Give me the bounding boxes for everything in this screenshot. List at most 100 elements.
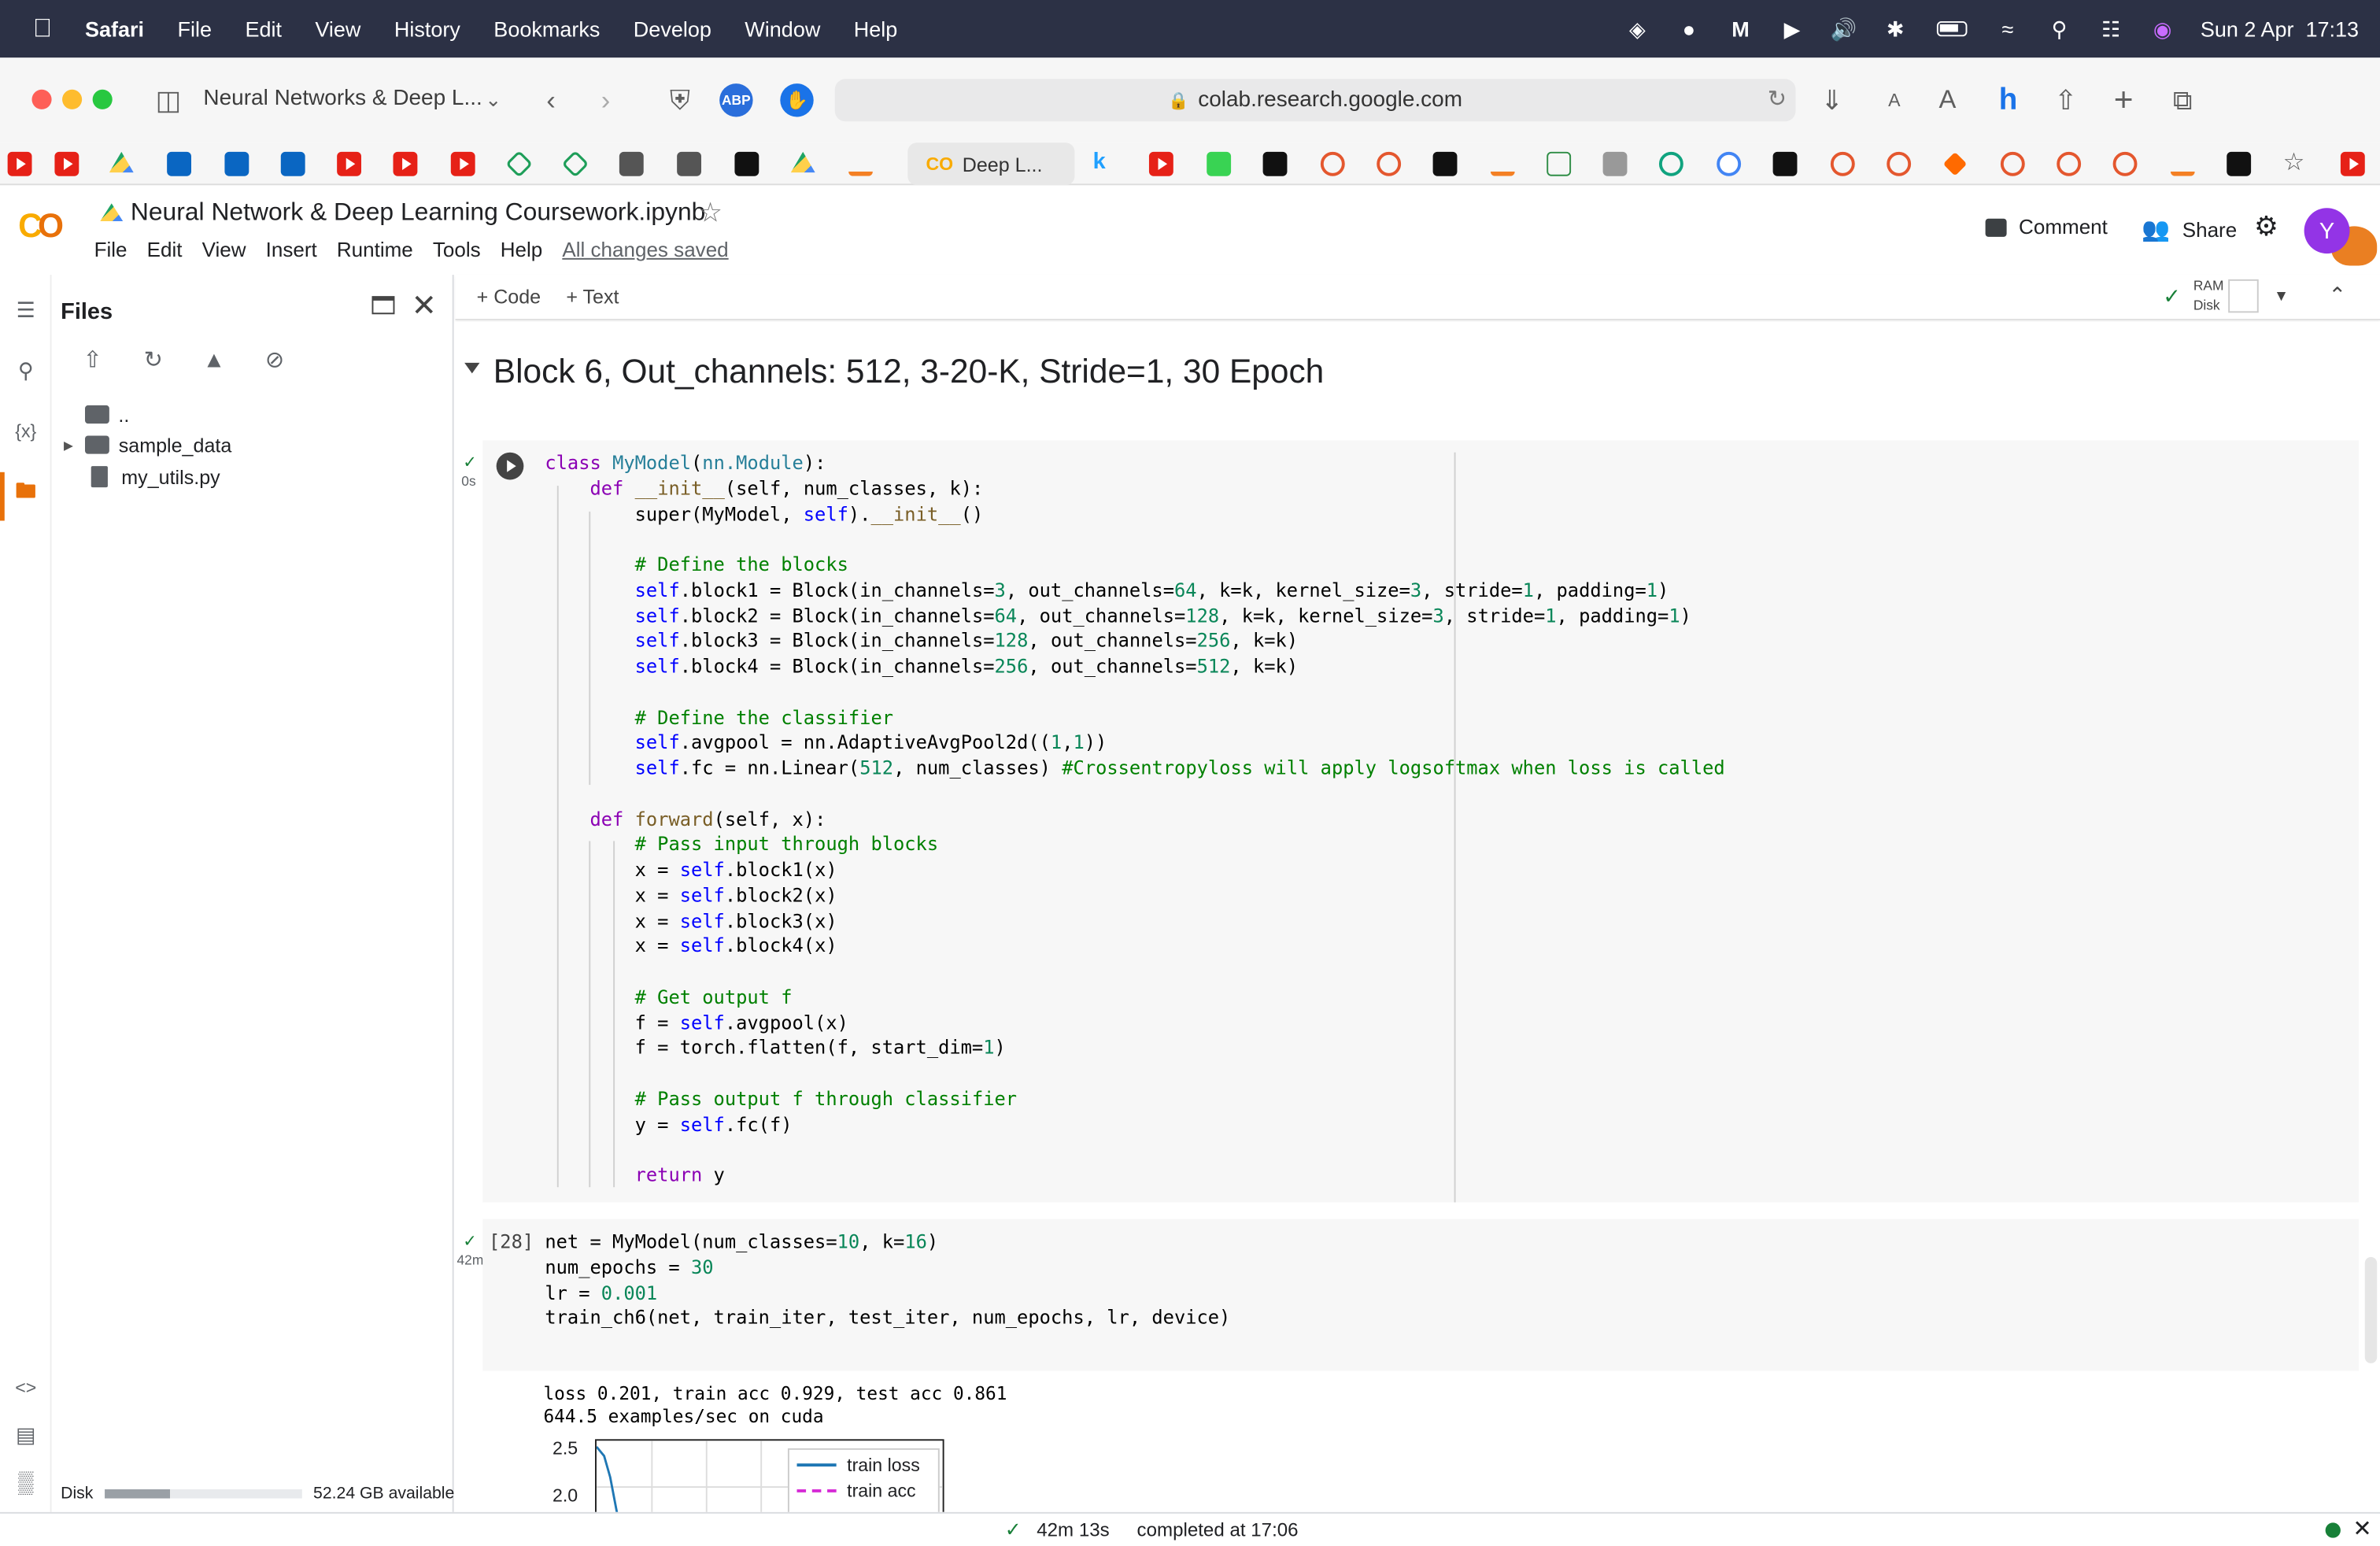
privacy-shield-icon[interactable]: ⛨ bbox=[663, 83, 697, 117]
gfg-favicon[interactable] bbox=[1547, 151, 1572, 176]
medium-favicon[interactable] bbox=[1262, 151, 1288, 176]
zoom-window-button[interactable] bbox=[92, 89, 113, 109]
run-cell-button[interactable] bbox=[496, 452, 524, 480]
close-icon[interactable]: ✕ bbox=[412, 287, 437, 325]
ring-favicon[interactable] bbox=[1887, 151, 1912, 176]
mount-drive-icon[interactable]: ▲ bbox=[199, 345, 230, 375]
forward-icon[interactable]: › bbox=[589, 83, 622, 117]
code-cell-model[interactable]: class MyModel(nn.Module): def __init__(s… bbox=[482, 440, 2360, 1203]
menu-app-safari[interactable]: Safari bbox=[85, 17, 144, 41]
play-icon[interactable]: ▶ bbox=[1779, 15, 1806, 43]
m-app-icon[interactable]: M bbox=[1727, 15, 1754, 43]
ring-favicon[interactable] bbox=[1377, 151, 1402, 176]
menu-tools[interactable]: Tools bbox=[433, 239, 481, 261]
k-favicon[interactable]: k bbox=[1093, 149, 1118, 175]
spotlight-search-icon[interactable]: ⚲ bbox=[2046, 15, 2073, 43]
site-favicon[interactable] bbox=[619, 151, 644, 176]
drive-icon[interactable] bbox=[100, 203, 124, 221]
h-extension-icon[interactable]: h bbox=[1991, 83, 2024, 117]
menu-file[interactable]: File bbox=[94, 239, 128, 261]
ring-favicon[interactable] bbox=[2000, 151, 2025, 176]
hand-extension-icon[interactable]: ✋ bbox=[780, 83, 814, 117]
share-icon[interactable]: ⇧ bbox=[2049, 83, 2082, 117]
star-icon[interactable]: ☆ bbox=[698, 198, 722, 230]
tree-item-parent[interactable]: .. bbox=[85, 399, 129, 430]
volume-icon[interactable]: 🔊 bbox=[1830, 15, 1857, 43]
notebook-title[interactable]: Neural Network & Deep Learning Coursewor… bbox=[131, 199, 706, 228]
youtube-favicon[interactable] bbox=[2340, 151, 2365, 176]
minimize-window-button[interactable] bbox=[62, 89, 83, 109]
menu-view[interactable]: View bbox=[315, 17, 360, 41]
menu-history[interactable]: History bbox=[394, 17, 460, 41]
site-favicon[interactable] bbox=[677, 151, 702, 176]
control-center-icon[interactable]: ☷ bbox=[2097, 15, 2125, 43]
settings-gear-icon[interactable]: ⚙ bbox=[2254, 211, 2278, 243]
menu-view[interactable]: View bbox=[202, 239, 246, 261]
ring-favicon[interactable] bbox=[1320, 151, 1345, 176]
runtime-dropdown-icon[interactable]: ▼ bbox=[2274, 288, 2289, 305]
green-hex-favicon[interactable] bbox=[505, 150, 534, 178]
chevron-down-icon[interactable]: ⌄ bbox=[477, 83, 510, 117]
new-window-icon[interactable] bbox=[371, 296, 395, 315]
medium-favicon[interactable] bbox=[1772, 151, 1798, 176]
drive-favicon[interactable] bbox=[109, 151, 134, 173]
ring-favicon[interactable] bbox=[2057, 151, 2082, 176]
reload-icon[interactable]: ↻ bbox=[1768, 85, 1787, 113]
layers-icon[interactable]: ◈ bbox=[1624, 15, 1651, 43]
linkedin-favicon[interactable] bbox=[224, 151, 249, 176]
green-hex-favicon[interactable] bbox=[561, 150, 589, 178]
orange-diamond-favicon[interactable] bbox=[1942, 152, 1968, 176]
new-tab-icon[interactable]: + bbox=[2107, 80, 2140, 118]
refresh-folder-icon[interactable]: ↻ bbox=[139, 345, 169, 375]
ring-favicon[interactable] bbox=[2112, 151, 2138, 176]
jetbrains-favicon[interactable] bbox=[1432, 151, 1458, 176]
pinned-colab-tab[interactable]: CO Deep L... bbox=[907, 142, 1075, 186]
menu-develop[interactable]: Develop bbox=[634, 17, 711, 41]
adblock-icon[interactable]: ABP bbox=[719, 83, 753, 117]
code-editor[interactable]: class MyModel(nn.Module): def __init__(s… bbox=[545, 451, 1724, 1189]
youtube-favicon[interactable] bbox=[54, 151, 79, 176]
collapse-section-icon[interactable] bbox=[464, 362, 480, 374]
apple-icon[interactable]:  bbox=[31, 13, 55, 44]
g-favicon[interactable] bbox=[1602, 151, 1628, 176]
table-of-contents-icon[interactable]: ☰ bbox=[12, 296, 39, 324]
linkedin-favicon[interactable] bbox=[167, 151, 192, 176]
youtube-favicon[interactable] bbox=[337, 151, 362, 176]
battery-icon[interactable] bbox=[1933, 15, 1969, 43]
upload-icon[interactable]: ⇧ bbox=[77, 345, 108, 375]
medium-favicon[interactable] bbox=[2227, 151, 2252, 176]
hackerrank-favicon[interactable] bbox=[1207, 151, 1232, 176]
menu-edit[interactable]: Edit bbox=[245, 17, 282, 41]
drive-favicon[interactable] bbox=[790, 151, 815, 173]
google-favicon[interactable] bbox=[1717, 151, 1742, 176]
variables-icon[interactable]: {x} bbox=[12, 417, 39, 445]
youtube-favicon[interactable] bbox=[393, 151, 418, 176]
close-status-icon[interactable]: ✕ bbox=[2352, 1515, 2371, 1543]
terminal-icon[interactable]: ▒ bbox=[12, 1468, 39, 1496]
record-icon[interactable]: ● bbox=[1676, 15, 1703, 43]
code-editor[interactable]: net = MyModel(num_classes=10, k=16) num_… bbox=[545, 1230, 1230, 1331]
medium-favicon[interactable] bbox=[734, 151, 759, 176]
code-snippets-icon[interactable]: <> bbox=[12, 1374, 39, 1401]
menu-window[interactable]: Window bbox=[745, 17, 820, 41]
stackoverflow-favicon[interactable] bbox=[2170, 151, 2195, 176]
font-larger-button[interactable]: A bbox=[1931, 83, 1964, 117]
siri-icon[interactable]: ◉ bbox=[2149, 15, 2176, 43]
stackoverflow-favicon[interactable] bbox=[1490, 151, 1515, 176]
colab-logo[interactable]: CO bbox=[18, 206, 64, 246]
avatar[interactable]: Y bbox=[2304, 208, 2350, 254]
tree-item-sample-data[interactable]: ▶ sample_data bbox=[64, 430, 231, 460]
add-code-button[interactable]: + Code bbox=[477, 286, 541, 309]
menu-file[interactable]: File bbox=[177, 17, 212, 41]
address-bar[interactable]: 🔒 colab.research.google.com ↻ bbox=[834, 79, 1796, 122]
files-folder-icon[interactable]: 🖿 bbox=[12, 479, 39, 507]
menubar-clock[interactable]: Sun 2 Apr 17:13 bbox=[2201, 17, 2359, 41]
command-palette-icon[interactable]: ▤ bbox=[12, 1421, 39, 1448]
youtube-favicon[interactable] bbox=[1148, 151, 1173, 176]
downloads-icon[interactable]: ⇓ bbox=[1816, 83, 1849, 117]
bluetooth-icon[interactable]: ✱ bbox=[1882, 15, 1909, 43]
search-icon[interactable]: ⚲ bbox=[12, 357, 39, 384]
tab-group-title[interactable]: Neural Networks & Deep L... bbox=[203, 87, 482, 111]
ring-favicon[interactable] bbox=[1830, 151, 1855, 176]
menu-insert[interactable]: Insert bbox=[266, 239, 317, 261]
